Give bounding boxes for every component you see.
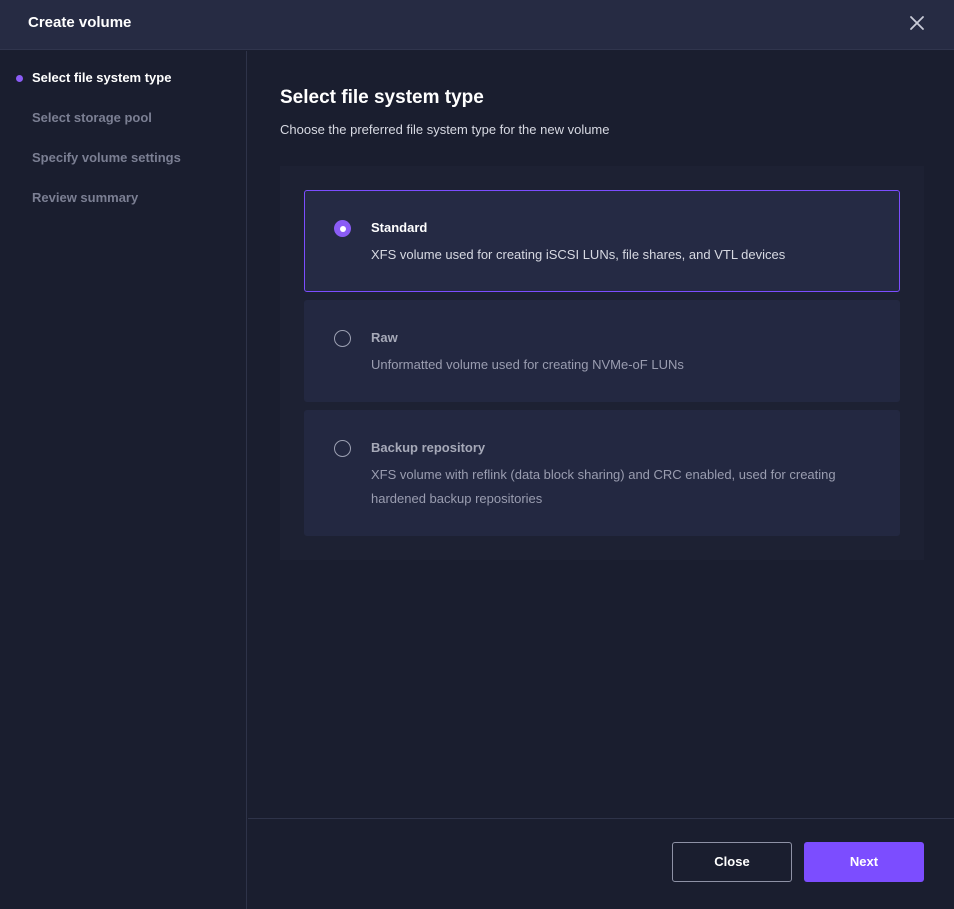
option-description: XFS volume used for creating iSCSI LUNs,… [371, 247, 786, 262]
next-button[interactable]: Next [804, 842, 924, 882]
dialog-header: Create volume [0, 0, 954, 50]
step-select-file-system-type[interactable]: Select file system type [32, 70, 171, 86]
active-step-indicator [16, 75, 23, 82]
step-review-summary[interactable]: Review summary [32, 190, 138, 206]
step-select-storage-pool[interactable]: Select storage pool [32, 110, 152, 126]
wizard-steps-sidebar [0, 51, 247, 909]
close-icon[interactable] [907, 13, 927, 33]
page-subtitle: Choose the preferred file system type fo… [280, 122, 610, 137]
option-raw[interactable]: Raw Unformatted volume used for creating… [304, 300, 900, 402]
option-title: Raw [371, 330, 398, 345]
close-button[interactable]: Close [672, 842, 792, 882]
page-title: Select file system type [280, 87, 484, 108]
footer-divider [248, 818, 954, 819]
step-specify-volume-settings[interactable]: Specify volume settings [32, 150, 181, 166]
option-title: Standard [371, 220, 428, 235]
radio-standard[interactable] [334, 220, 351, 237]
radio-backup-repository[interactable] [334, 440, 351, 457]
radio-raw[interactable] [334, 330, 351, 347]
option-title: Backup repository [371, 440, 486, 455]
dialog-title: Create volume [28, 14, 132, 31]
option-backup-repository[interactable]: Backup repository XFS volume with reflin… [304, 410, 900, 536]
option-description: Unformatted volume used for creating NVM… [371, 357, 684, 372]
option-standard[interactable]: Standard XFS volume used for creating iS… [304, 190, 900, 292]
option-description: XFS volume with reflink (data block shar… [371, 467, 836, 506]
